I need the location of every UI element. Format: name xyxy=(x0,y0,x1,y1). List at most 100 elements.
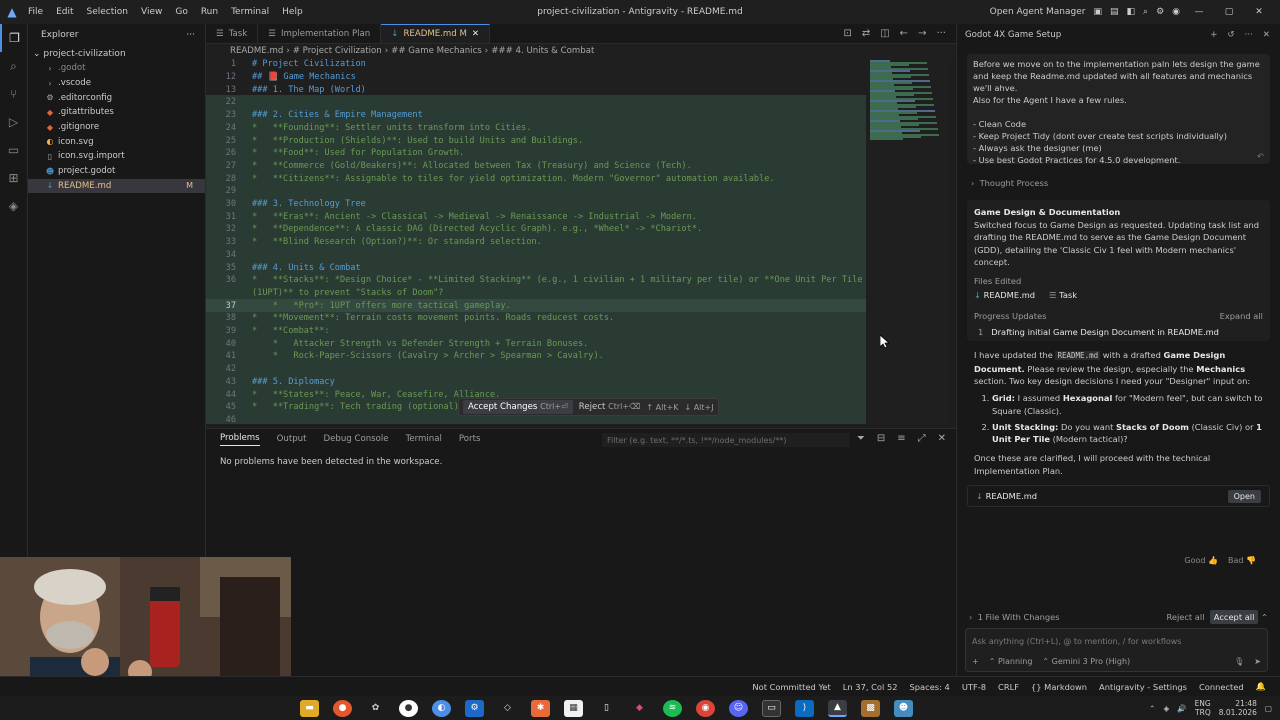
figma-icon[interactable]: ● xyxy=(399,699,418,717)
changes-summary[interactable]: › 1 File With Changes xyxy=(969,612,1060,622)
new-chat-icon[interactable]: + xyxy=(1210,30,1217,40)
problems-filter-input[interactable]: Filter (e.g. text, **/*.ts, !**/node_mod… xyxy=(602,433,850,447)
vscode-icon[interactable]: ⟩ xyxy=(795,699,814,717)
accept-all-button[interactable]: Accept all xyxy=(1209,610,1259,624)
file-tree-item[interactable]: ⚙ .editorconfig xyxy=(28,90,205,105)
terminal-icon[interactable]: ▭ xyxy=(762,699,781,717)
menu-selection[interactable]: Selection xyxy=(87,7,128,17)
file-tree-item[interactable]: › .vscode xyxy=(28,76,205,91)
show-hidden-icons[interactable]: ⌃ xyxy=(1149,704,1155,713)
open-preview-icon[interactable]: ⊡ xyxy=(843,28,851,39)
connection-status[interactable]: Connected xyxy=(1199,682,1244,692)
run-debug-icon[interactable]: ▷ xyxy=(0,108,27,136)
open-file-button[interactable]: Open xyxy=(1227,489,1261,503)
thought-process-toggle[interactable]: › Thought Process xyxy=(971,178,1266,188)
tab-problems[interactable]: Problems xyxy=(220,433,260,446)
progress-item[interactable]: 1 Drafting initial Game Design Document … xyxy=(974,326,1263,339)
document-icon[interactable]: ▯ xyxy=(597,700,616,717)
antigravity-settings[interactable]: Antigravity - Settings xyxy=(1099,682,1187,692)
file-explorer-icon[interactable]: ▬ xyxy=(300,699,319,717)
figma-desktop-icon[interactable]: ◆ xyxy=(630,700,649,717)
go-forward-icon[interactable]: → xyxy=(918,28,926,39)
minimize-icon[interactable]: — xyxy=(1188,7,1210,17)
breadcrumb-item[interactable]: ### 4. Units & Combat xyxy=(491,46,594,56)
tab-terminal[interactable]: Terminal xyxy=(406,434,442,444)
toggle-panel-icon[interactable]: ▤ xyxy=(1110,7,1119,17)
tab-task[interactable]: ☰ Task xyxy=(206,24,259,43)
godot-icon[interactable]: ☻ xyxy=(894,699,913,717)
expand-all-button[interactable]: Expand all xyxy=(1220,310,1263,323)
line-ending[interactable]: CRLF xyxy=(998,682,1019,692)
notification-center-icon[interactable]: ▢ xyxy=(1265,704,1272,713)
encoding[interactable]: UTF-8 xyxy=(962,682,986,692)
close-panel-icon[interactable]: ✕ xyxy=(938,433,946,444)
edge-icon[interactable]: ◐ xyxy=(432,699,451,717)
close-window-icon[interactable]: ✕ xyxy=(1248,7,1270,17)
calendar-icon[interactable]: ▦ xyxy=(564,699,583,717)
split-editor-icon[interactable]: ◫ xyxy=(880,28,889,39)
breadcrumb-item[interactable]: # Project Civilization xyxy=(293,46,382,56)
tab-debug-console[interactable]: Debug Console xyxy=(323,434,388,444)
file-tree-item[interactable]: ↓ README.md M xyxy=(28,178,205,194)
menu-terminal[interactable]: Terminal xyxy=(231,7,269,17)
toggle-sidebar-icon[interactable]: ◧ xyxy=(1127,7,1136,17)
more-icon[interactable]: ··· xyxy=(1245,30,1253,40)
settings-gear-icon[interactable]: ⚙ xyxy=(1156,7,1164,17)
mode-selector[interactable]: ⌃ Planning xyxy=(989,657,1033,666)
search-view-icon[interactable]: ⌕ xyxy=(0,52,27,80)
file-link-readme[interactable]: ↓ README.md xyxy=(974,289,1035,302)
menu-run[interactable]: Run xyxy=(201,7,218,17)
next-change-button[interactable]: ↓ Alt+J xyxy=(684,403,713,412)
maximize-panel-icon[interactable]: ⤢ xyxy=(918,433,926,444)
app-icon[interactable]: ▩ xyxy=(861,699,880,717)
git-status[interactable]: Not Committed Yet xyxy=(752,682,830,692)
extensions-icon[interactable]: ⊞ xyxy=(0,164,27,192)
tab-implementation-plan[interactable]: ☰ Implementation Plan xyxy=(258,24,382,43)
minimap[interactable] xyxy=(866,57,948,424)
close-tab-icon[interactable]: ✕ xyxy=(472,29,479,39)
breadcrumb-item[interactable]: README.md xyxy=(230,46,283,56)
microphone-icon[interactable]: 🎙 xyxy=(1234,657,1244,666)
go-back-icon[interactable]: ← xyxy=(900,28,908,39)
file-card[interactable]: ↓ README.md Open xyxy=(967,485,1270,508)
chrome-icon[interactable]: ◉ xyxy=(696,699,715,717)
undo-icon[interactable]: ↶ xyxy=(1257,150,1264,162)
source-control-icon[interactable]: ⑂ xyxy=(0,80,27,108)
steam-icon[interactable]: ⚙ xyxy=(465,699,484,717)
filter-icon[interactable]: ⏷ xyxy=(857,433,865,444)
menu-file[interactable]: File xyxy=(28,7,43,17)
close-panel-icon[interactable]: ✕ xyxy=(1263,30,1270,40)
collapse-all-icon[interactable]: ⊟ xyxy=(877,433,885,444)
file-tree-item[interactable]: ◆ .gitignore xyxy=(28,120,205,135)
chevron-up-icon[interactable]: ⌃ xyxy=(1261,612,1268,622)
file-tree-item[interactable]: › .godot xyxy=(28,61,205,76)
remote-explorer-icon[interactable]: ▭ xyxy=(0,136,27,164)
maximize-icon[interactable]: ▢ xyxy=(1218,7,1240,17)
compare-icon[interactable]: ⇄ xyxy=(862,28,870,39)
volume-icon[interactable]: 🔊 xyxy=(1177,704,1186,713)
clock[interactable]: 21:48 8.01.2026 xyxy=(1219,699,1257,717)
workspace-root[interactable]: ⌄ project-civilization xyxy=(28,46,205,61)
add-context-icon[interactable]: + xyxy=(972,657,979,666)
file-tree-item[interactable]: ◆ .gitattributes xyxy=(28,105,205,120)
code-editor[interactable]: 1 # Project Civilization 12 ## 📕 Game Mecha… xyxy=(206,57,866,424)
language-mode[interactable]: {} Markdown xyxy=(1031,682,1087,692)
file-tree-item[interactable]: ☻ project.godot xyxy=(28,164,205,179)
good-button[interactable]: Good 👍 xyxy=(1184,556,1218,565)
menu-edit[interactable]: Edit xyxy=(56,7,73,17)
model-selector[interactable]: ⌃ Gemini 3 Pro (High) xyxy=(1042,657,1130,666)
antigravity-icon[interactable]: ▲ xyxy=(828,699,847,717)
explorer-icon[interactable]: ❐ xyxy=(0,24,27,52)
spotify-icon[interactable]: ≋ xyxy=(663,699,682,717)
tab-ports[interactable]: Ports xyxy=(459,434,481,444)
unity-icon[interactable]: ◇ xyxy=(498,700,517,717)
view-as-list-icon[interactable]: ≡ xyxy=(897,433,905,444)
more-actions-icon[interactable]: ··· xyxy=(186,30,195,40)
menu-go[interactable]: Go xyxy=(175,7,187,17)
notifications-icon[interactable]: 🔔 xyxy=(1256,681,1266,692)
more-icon[interactable]: ··· xyxy=(936,28,946,39)
previous-change-button[interactable]: ↑ Alt+K xyxy=(646,403,678,412)
breadcrumb-item[interactable]: ## Game Mechanics xyxy=(391,46,482,56)
layout-icon[interactable]: ▣ xyxy=(1093,7,1102,17)
send-icon[interactable]: ➤ xyxy=(1254,657,1261,666)
